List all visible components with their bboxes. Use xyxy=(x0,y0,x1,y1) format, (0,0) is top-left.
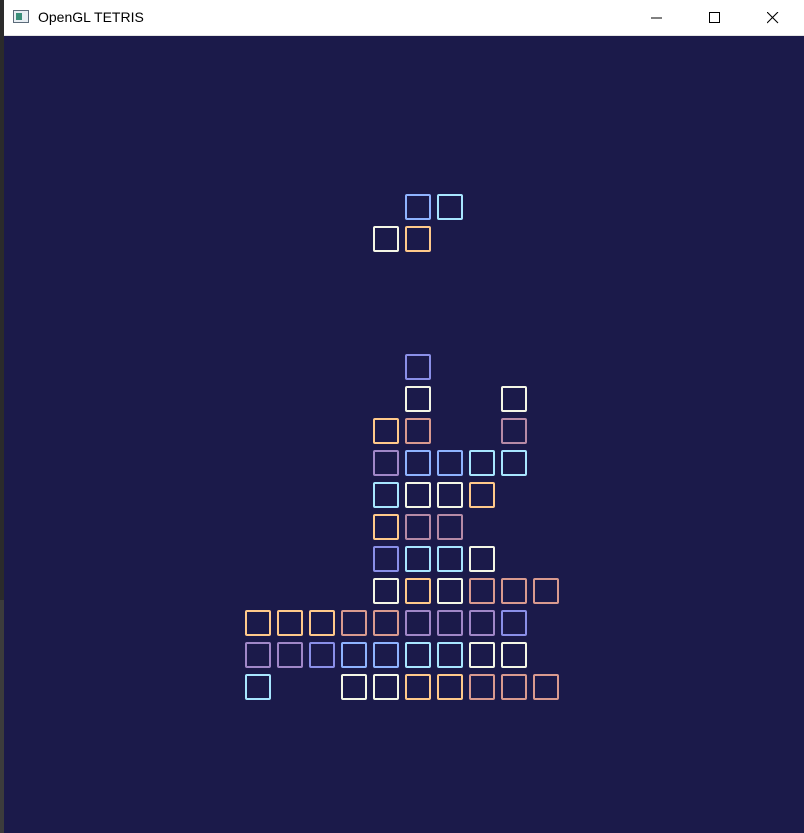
stacked-block xyxy=(405,354,431,380)
stacked-block xyxy=(501,578,527,604)
stacked-block xyxy=(373,514,399,540)
stacked-block xyxy=(277,610,303,636)
stacked-block xyxy=(469,450,495,476)
stacked-block xyxy=(373,546,399,572)
stacked-block xyxy=(309,610,335,636)
stacked-block xyxy=(309,642,335,668)
stacked-block xyxy=(405,450,431,476)
falling-piece-block xyxy=(405,194,431,220)
stacked-block xyxy=(437,546,463,572)
stacked-block xyxy=(405,386,431,412)
stacked-block xyxy=(341,610,367,636)
stacked-block xyxy=(437,578,463,604)
minimize-icon xyxy=(651,17,662,19)
title-bar[interactable]: OpenGL TETRIS xyxy=(4,0,804,36)
window-app-icon xyxy=(13,10,29,23)
stacked-block xyxy=(469,674,495,700)
stacked-block xyxy=(533,674,559,700)
stacked-block xyxy=(437,642,463,668)
stacked-block xyxy=(437,674,463,700)
stacked-block xyxy=(469,482,495,508)
stacked-block xyxy=(373,482,399,508)
stacked-block xyxy=(405,418,431,444)
falling-piece-block xyxy=(405,226,431,252)
stacked-block xyxy=(405,610,431,636)
falling-piece-block xyxy=(437,194,463,220)
stacked-block xyxy=(501,674,527,700)
stacked-block xyxy=(501,610,527,636)
stacked-block xyxy=(245,674,271,700)
stacked-block xyxy=(277,642,303,668)
stacked-block xyxy=(405,578,431,604)
stacked-block xyxy=(373,418,399,444)
stacked-block xyxy=(469,642,495,668)
stacked-block xyxy=(373,674,399,700)
stacked-block xyxy=(533,578,559,604)
stacked-block xyxy=(405,514,431,540)
stacked-block xyxy=(405,482,431,508)
stacked-block xyxy=(469,610,495,636)
stacked-block xyxy=(341,674,367,700)
stacked-block xyxy=(437,450,463,476)
stacked-block xyxy=(373,642,399,668)
stacked-block xyxy=(501,642,527,668)
falling-piece-block xyxy=(373,226,399,252)
stacked-block xyxy=(341,642,367,668)
stacked-block xyxy=(437,482,463,508)
stacked-block xyxy=(501,450,527,476)
stacked-block xyxy=(469,546,495,572)
stacked-block xyxy=(469,578,495,604)
window-title: OpenGL TETRIS xyxy=(38,9,144,25)
game-board xyxy=(4,36,804,833)
stacked-block xyxy=(437,610,463,636)
stacked-block xyxy=(245,610,271,636)
maximize-button[interactable] xyxy=(686,0,744,35)
game-window: OpenGL TETRIS xyxy=(4,0,804,833)
stacked-block xyxy=(373,450,399,476)
stacked-block xyxy=(373,610,399,636)
stacked-block xyxy=(405,674,431,700)
stacked-block xyxy=(245,642,271,668)
minimize-button[interactable] xyxy=(628,0,686,35)
stacked-block xyxy=(405,546,431,572)
stacked-block xyxy=(437,514,463,540)
stacked-block xyxy=(501,418,527,444)
stacked-block xyxy=(501,386,527,412)
close-icon xyxy=(767,12,779,24)
stacked-block xyxy=(405,642,431,668)
maximize-icon xyxy=(709,12,720,23)
stacked-block xyxy=(373,578,399,604)
close-button[interactable] xyxy=(744,0,802,35)
